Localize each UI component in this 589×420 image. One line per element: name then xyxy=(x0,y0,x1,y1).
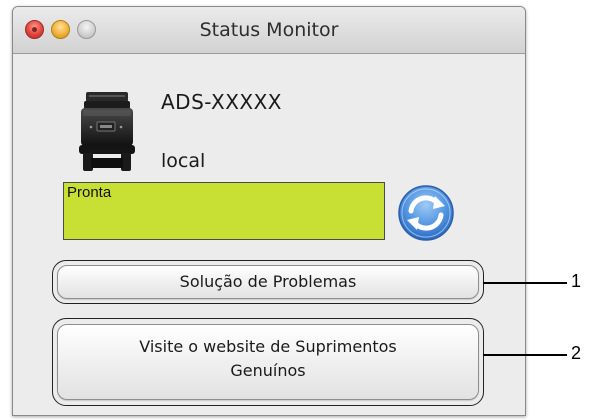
refresh-icon[interactable] xyxy=(397,184,455,242)
callout-line-1 xyxy=(483,282,567,284)
genuine-supplies-label-line1: Visite o website de Suprimentos xyxy=(139,337,397,356)
window-title: Status Monitor xyxy=(199,19,339,41)
device-model-name: ADS-XXXXX xyxy=(161,90,283,114)
title-bar[interactable]: Status Monitor xyxy=(13,7,525,54)
genuine-supplies-label-line2: Genuínos xyxy=(230,361,306,380)
callout-number-2: 2 xyxy=(571,343,582,363)
genuine-supplies-button[interactable]: Visite o website de Suprimentos Genuínos xyxy=(57,324,479,400)
callout-line-2 xyxy=(483,354,567,356)
callout-number-1: 1 xyxy=(571,271,582,291)
window-content: ADS-XXXXX local Pronta Solução de Proble… xyxy=(13,54,525,415)
status-text: Pronta xyxy=(67,184,112,201)
status-monitor-window: Status Monitor ADS-XXXXX local Pronta So… xyxy=(12,6,526,416)
page: Status Monitor ADS-XXXXX local Pronta So… xyxy=(0,0,589,420)
device-connection: local xyxy=(161,150,206,172)
scanner-icon xyxy=(79,92,135,171)
troubleshoot-button[interactable]: Solução de Problemas xyxy=(57,265,479,299)
status-display: Pronta xyxy=(63,182,385,240)
